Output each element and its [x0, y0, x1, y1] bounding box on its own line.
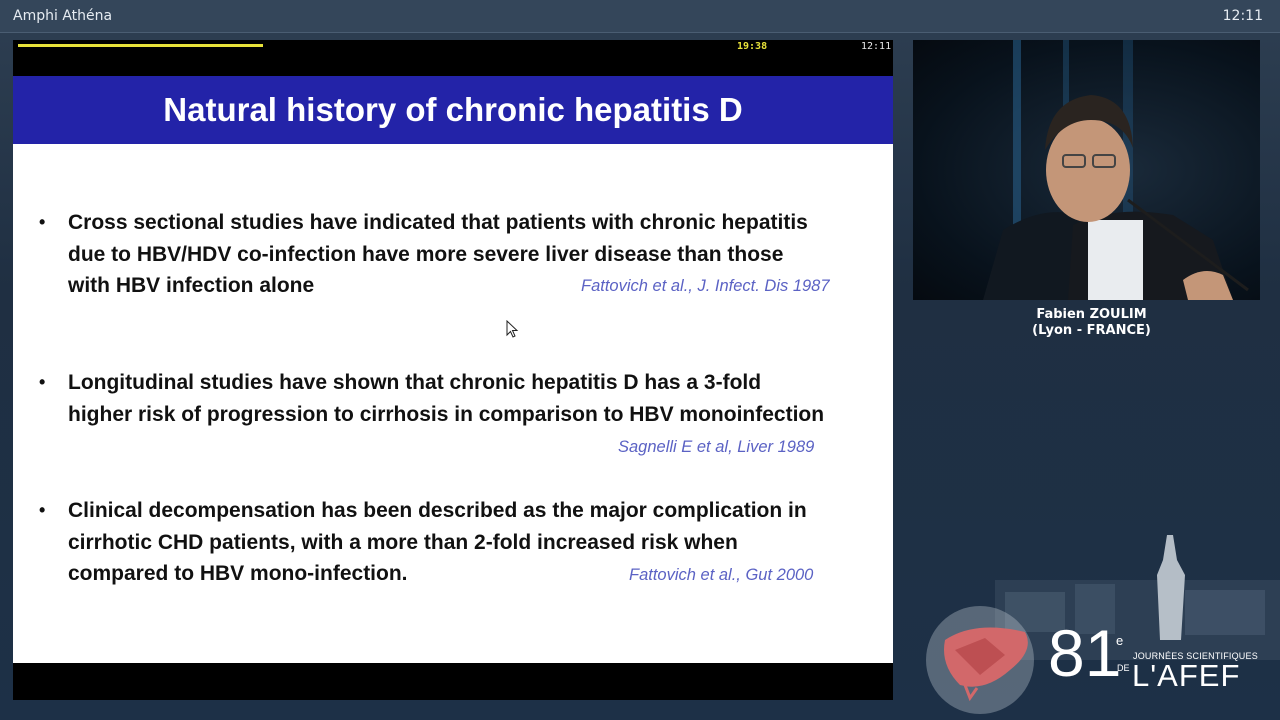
bullet-line: higher risk of progression to cirrhosis …	[68, 402, 825, 426]
speaker-name: Fabien ZOULIM	[1036, 307, 1147, 322]
bullet-line: due to HBV/HDV co-infection have more se…	[68, 242, 784, 266]
speaker-location: (Lyon - FRANCE)	[1032, 323, 1151, 338]
bullet-text: Longitudinal studies have shown that chr…	[68, 367, 888, 430]
window-title-bar: Amphi Athéna 12:11	[0, 0, 1280, 33]
elapsed-timer: 19:38	[737, 41, 768, 52]
speaker-photo	[983, 40, 1249, 300]
speaker-caption: Fabien ZOULIM (Lyon - FRANCE)	[913, 307, 1270, 339]
bullet-dot: •	[39, 212, 46, 232]
presentation-progress-bar	[18, 44, 263, 47]
bullet-dot: •	[39, 372, 46, 392]
bullet-reference: Sagnelli E et al, Liver 1989	[618, 438, 815, 456]
mouse-pointer-icon	[506, 320, 519, 338]
speaker-video	[913, 40, 1260, 300]
slide-title: Natural history of chronic hepatitis D	[163, 91, 743, 128]
presentation-video: 19:38 12:11 Natural history of chronic h…	[13, 40, 893, 700]
bullet-line: Longitudinal studies have shown that chr…	[68, 371, 762, 394]
event-org-name: L'AFEF	[1132, 658, 1241, 693]
event-edition-number: 81	[1048, 616, 1122, 690]
bullet-line: Cross sectional studies have indicated t…	[68, 211, 808, 234]
bullet-dot: •	[39, 500, 46, 520]
bullet-reference: Fattovich et al., Gut 2000	[629, 566, 814, 584]
event-edition-suffix: e	[1116, 633, 1124, 648]
window-clock: 12:11	[1222, 8, 1263, 24]
slide: Natural history of chronic hepatitis D •…	[13, 76, 893, 663]
slide-clock: 12:11	[861, 41, 892, 52]
event-de: DE	[1117, 663, 1130, 673]
bullet-line: Clinical decompensation has been describ…	[68, 499, 807, 522]
slide-bottom-bar	[13, 663, 893, 700]
event-logo: 81 e JOURNÉES SCIENTIFIQUES DE L'AFEF	[905, 520, 1280, 720]
slide-title-band: Natural history of chronic hepatitis D	[13, 76, 893, 144]
window-title: Amphi Athéna	[13, 8, 113, 24]
bullet-reference: Fattovich et al., J. Infect. Dis 1987	[581, 277, 830, 295]
bullet-line: cirrhotic CHD patients, with a more than…	[68, 530, 738, 554]
slide-status-bar: 19:38 12:11	[13, 40, 893, 76]
